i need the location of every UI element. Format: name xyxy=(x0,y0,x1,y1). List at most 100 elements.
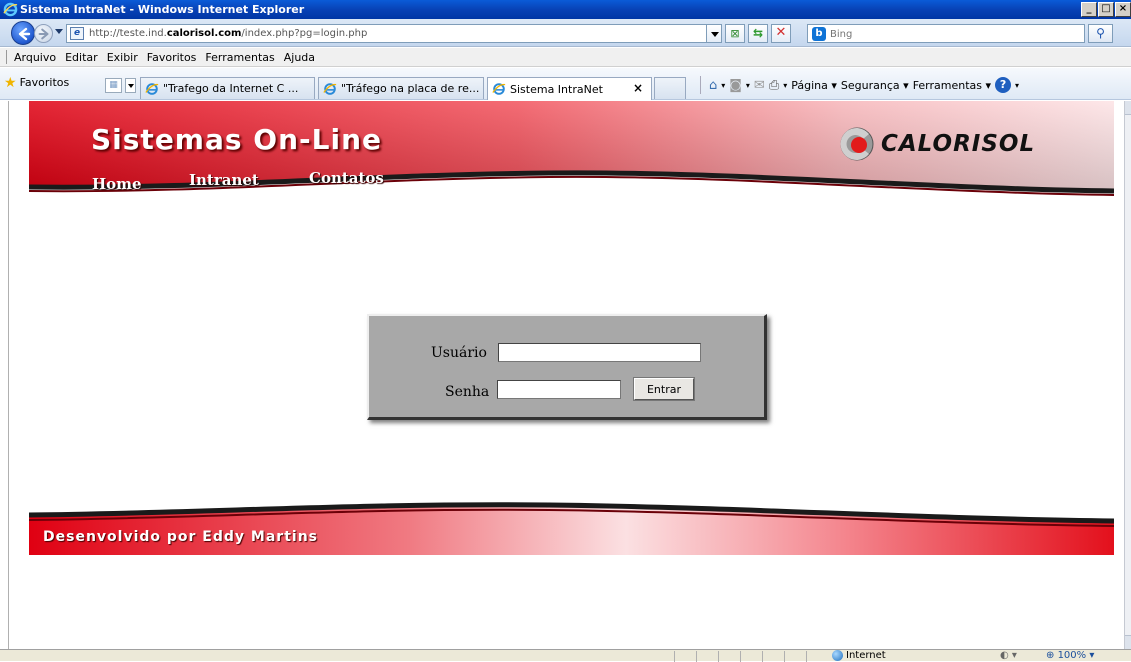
new-tab-button[interactable] xyxy=(654,77,686,99)
user-input[interactable] xyxy=(498,343,701,362)
menu-arquivo[interactable]: Arquivo xyxy=(14,51,63,64)
ie-tab-icon xyxy=(492,83,506,95)
rss-feed-icon[interactable]: ◙ xyxy=(729,78,742,93)
search-icon[interactable]: ⚲ xyxy=(1088,24,1113,43)
nav-intranet[interactable]: Intranet xyxy=(189,171,259,189)
ie-logo-icon xyxy=(3,2,18,17)
command-bar: ⌂ ▾ ◙ ▾ ✉ ⎙ ▾ Página ▾ Segurança ▾ Ferramen… xyxy=(696,76,1019,94)
search-box[interactable]: b xyxy=(807,24,1085,43)
tab-trafego-placa[interactable]: "Tráfego na placa de re... xyxy=(318,77,484,99)
favorites-bar: ★ Favoritos ▦ "Trafego da Internet C ...… xyxy=(0,68,1131,100)
home-icon[interactable]: ⌂ xyxy=(709,78,717,93)
ie-tab-icon xyxy=(145,82,159,95)
status-pane xyxy=(696,651,718,662)
address-toolbar: e http://teste.ind.calorisol.com/index.p… xyxy=(0,19,1131,47)
compatibility-icon[interactable]: ⊠ xyxy=(725,24,745,43)
zoom-control[interactable]: ⊕ 100% ▾ xyxy=(1046,650,1094,661)
login-button[interactable]: Entrar xyxy=(633,377,695,401)
favorites-button[interactable]: ★ Favoritos xyxy=(4,74,70,91)
window-titlebar: Sistema IntraNet - Windows Internet Expl… xyxy=(0,0,1131,19)
status-pane xyxy=(784,651,806,662)
nav-home[interactable]: Home xyxy=(92,175,142,193)
forward-button[interactable] xyxy=(34,24,53,43)
tab-trafego-internet[interactable]: "Trafego da Internet C ... xyxy=(140,77,315,99)
menu-exibir[interactable]: Exibir xyxy=(107,51,145,64)
menu-favoritos[interactable]: Favoritos xyxy=(147,51,204,64)
status-bar: Internet ◐ ▾ ⊕ 100% ▾ xyxy=(0,649,1131,662)
nav-contatos[interactable]: Contatos xyxy=(309,169,384,187)
calorisol-logo: CALORISOL xyxy=(839,126,1035,162)
feed-dropdown[interactable]: ▾ xyxy=(746,81,750,90)
page-viewport: Sistemas On-Line CALORISOL Home Intranet… xyxy=(9,101,1124,649)
separator xyxy=(700,76,701,94)
menu-seguranca[interactable]: Segurança ▾ xyxy=(841,79,909,92)
calorisol-logo-icon xyxy=(840,127,874,161)
bing-icon: b xyxy=(812,27,826,41)
ie-tab-icon xyxy=(323,82,337,95)
protected-mode-icon[interactable]: ◐ ▾ xyxy=(1000,650,1017,661)
zone-label: Internet xyxy=(846,650,886,661)
toolbar-grip xyxy=(6,50,8,64)
menu-bar: Arquivo Editar Exibir Favoritos Ferramen… xyxy=(0,48,1131,67)
status-pane xyxy=(740,651,762,662)
address-dropdown-button[interactable] xyxy=(706,24,722,43)
home-dropdown[interactable]: ▾ xyxy=(721,81,725,90)
tab-sistema-intranet[interactable]: Sistema IntraNet × xyxy=(487,77,652,100)
window-left-edge xyxy=(0,101,9,649)
tab-label: "Tráfego na placa de re... xyxy=(341,82,480,95)
back-button[interactable] xyxy=(11,21,35,45)
refresh-icon[interactable]: ⇆ xyxy=(748,24,768,43)
password-label: Senha xyxy=(445,384,490,400)
menu-ferramentas-cmd[interactable]: Ferramentas ▾ xyxy=(913,79,991,92)
menu-ferramentas[interactable]: Ferramentas xyxy=(205,51,281,64)
logo-text: CALORISOL xyxy=(881,131,1036,157)
status-pane xyxy=(718,651,740,662)
page-icon: e xyxy=(70,27,84,40)
scroll-down-button[interactable] xyxy=(1125,635,1131,649)
recent-pages-dropdown[interactable] xyxy=(55,29,63,34)
help-dropdown[interactable]: ▾ xyxy=(1015,81,1019,90)
star-icon: ★ xyxy=(4,74,17,91)
status-pane xyxy=(762,651,784,662)
menu-editar[interactable]: Editar xyxy=(65,51,105,64)
url-text: http://teste.ind.calorisol.com/index.php… xyxy=(89,28,368,39)
header-banner: Sistemas On-Line CALORISOL Home Intranet… xyxy=(29,101,1114,201)
close-button[interactable]: × xyxy=(1115,2,1131,17)
tab-list-dropdown[interactable] xyxy=(125,78,136,93)
login-form: Usuário Senha Entrar xyxy=(367,314,767,420)
status-pane xyxy=(674,651,696,662)
search-input[interactable] xyxy=(830,27,1080,41)
footer-background xyxy=(29,502,1114,555)
password-input[interactable] xyxy=(497,380,621,399)
print-icon[interactable]: ⎙ xyxy=(769,78,779,93)
menu-pagina[interactable]: Página ▾ xyxy=(791,79,837,92)
status-pane xyxy=(806,651,828,662)
banner-title: Sistemas On-Line xyxy=(91,123,383,156)
maximize-button[interactable]: □ xyxy=(1098,2,1114,17)
back-arrow-icon xyxy=(18,27,31,41)
address-tools: ⊠ ⇆ ✕ xyxy=(706,24,791,43)
window-title: Sistema IntraNet - Windows Internet Expl… xyxy=(20,3,305,16)
scroll-up-button[interactable] xyxy=(1125,101,1131,115)
footer-credit: Desenvolvido por Eddy Martins xyxy=(43,529,318,545)
minimize-button[interactable]: _ xyxy=(1081,2,1097,17)
help-icon[interactable]: ? xyxy=(995,77,1012,93)
globe-icon xyxy=(832,650,843,661)
user-label: Usuário xyxy=(431,345,487,361)
mail-icon[interactable]: ✉ xyxy=(754,78,765,93)
quick-tabs-icon[interactable]: ▦ xyxy=(105,78,122,93)
window-controls: _ □ × xyxy=(1081,2,1131,17)
footer-banner: Desenvolvido por Eddy Martins xyxy=(29,501,1114,555)
forward-arrow-icon xyxy=(38,28,49,40)
print-dropdown[interactable]: ▾ xyxy=(783,81,787,90)
tab-label: Sistema IntraNet xyxy=(510,82,603,96)
tab-label: "Trafego da Internet C ... xyxy=(163,82,299,95)
menu-ajuda[interactable]: Ajuda xyxy=(284,51,322,64)
status-panes xyxy=(674,651,828,662)
stop-icon[interactable]: ✕ xyxy=(771,24,791,43)
vertical-scrollbar[interactable] xyxy=(1124,101,1131,649)
address-input[interactable]: e http://teste.ind.calorisol.com/index.p… xyxy=(66,24,721,43)
favorites-label: Favoritos xyxy=(19,76,70,89)
security-zone[interactable]: Internet xyxy=(832,650,886,661)
close-tab-icon[interactable]: × xyxy=(633,81,643,95)
